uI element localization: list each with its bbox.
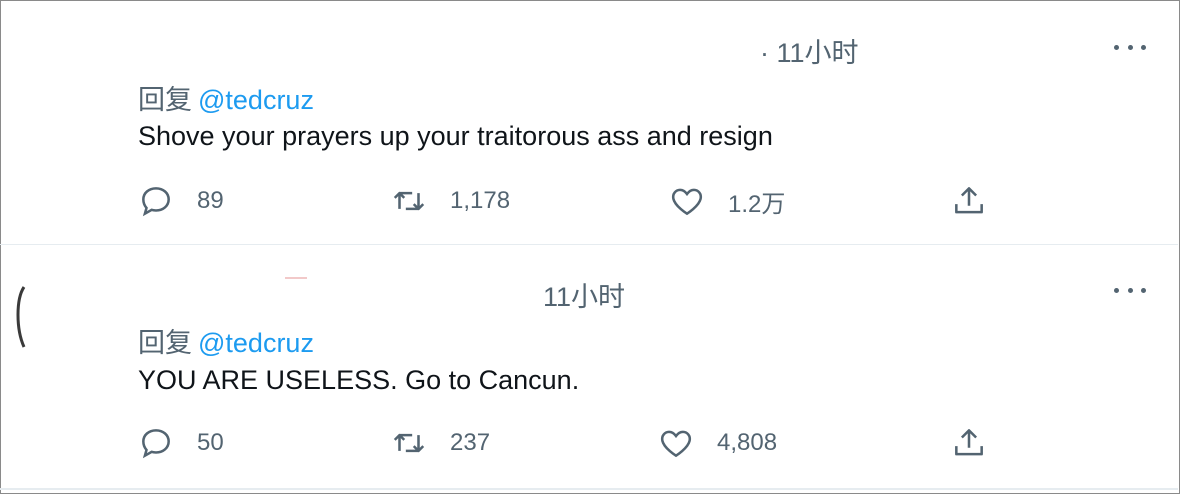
retweet-button[interactable]: 237 [390,424,490,462]
retweet-count: 237 [450,429,491,456]
like-count: 1.2万 [728,190,786,218]
reply-icon [142,187,170,217]
share-icon [955,429,983,456]
reply-handle-link[interactable]: @tedcruz [198,85,314,115]
retweet-icon [393,191,425,211]
avatar[interactable] [14,285,30,349]
reply-prefix: 回复 [138,85,192,115]
reply-prefix: 回复 [138,328,192,358]
share-button[interactable] [950,424,988,462]
heart-icon [660,430,692,458]
like-button[interactable]: 4,808 [657,424,777,462]
tweet[interactable]: · 11小时 回复 @tedcruz Shove your prayers up … [0,0,1178,244]
reply-count: 89 [197,187,224,214]
display-name-fragment [285,277,307,279]
reply-button[interactable]: 50 [137,424,224,462]
like-count: 4,808 [717,429,778,456]
retweet-count: 1,178 [450,187,511,214]
tweet-divider [0,488,1178,490]
tweet-timestamp[interactable]: 11小时 [543,275,625,314]
reply-button[interactable]: 89 [137,182,224,220]
more-options-icon[interactable] [1114,285,1146,295]
reply-context: 回复 @tedcruz [138,78,314,117]
reply-icon [142,429,170,459]
tweet-text: YOU ARE USELESS. Go to Cancun. [138,365,580,395]
like-button[interactable]: 1.2万 [668,182,785,220]
tweet[interactable]: 11小时 回复 @tedcruz YOU ARE USELESS. Go to C… [0,245,1178,490]
share-icon [955,187,983,214]
reply-context: 回复 @tedcruz [138,321,314,360]
reply-handle-link[interactable]: @tedcruz [198,328,314,358]
heart-icon [671,188,703,216]
tweet-timestamp[interactable]: · 11小时 [760,31,859,70]
tweet-text: Shove your prayers up your traitorous as… [138,121,773,151]
retweet-button[interactable]: 1,178 [390,182,510,220]
more-options-icon[interactable] [1114,42,1146,52]
share-button[interactable] [950,182,988,220]
retweet-icon [393,433,425,453]
reply-count: 50 [197,429,224,456]
